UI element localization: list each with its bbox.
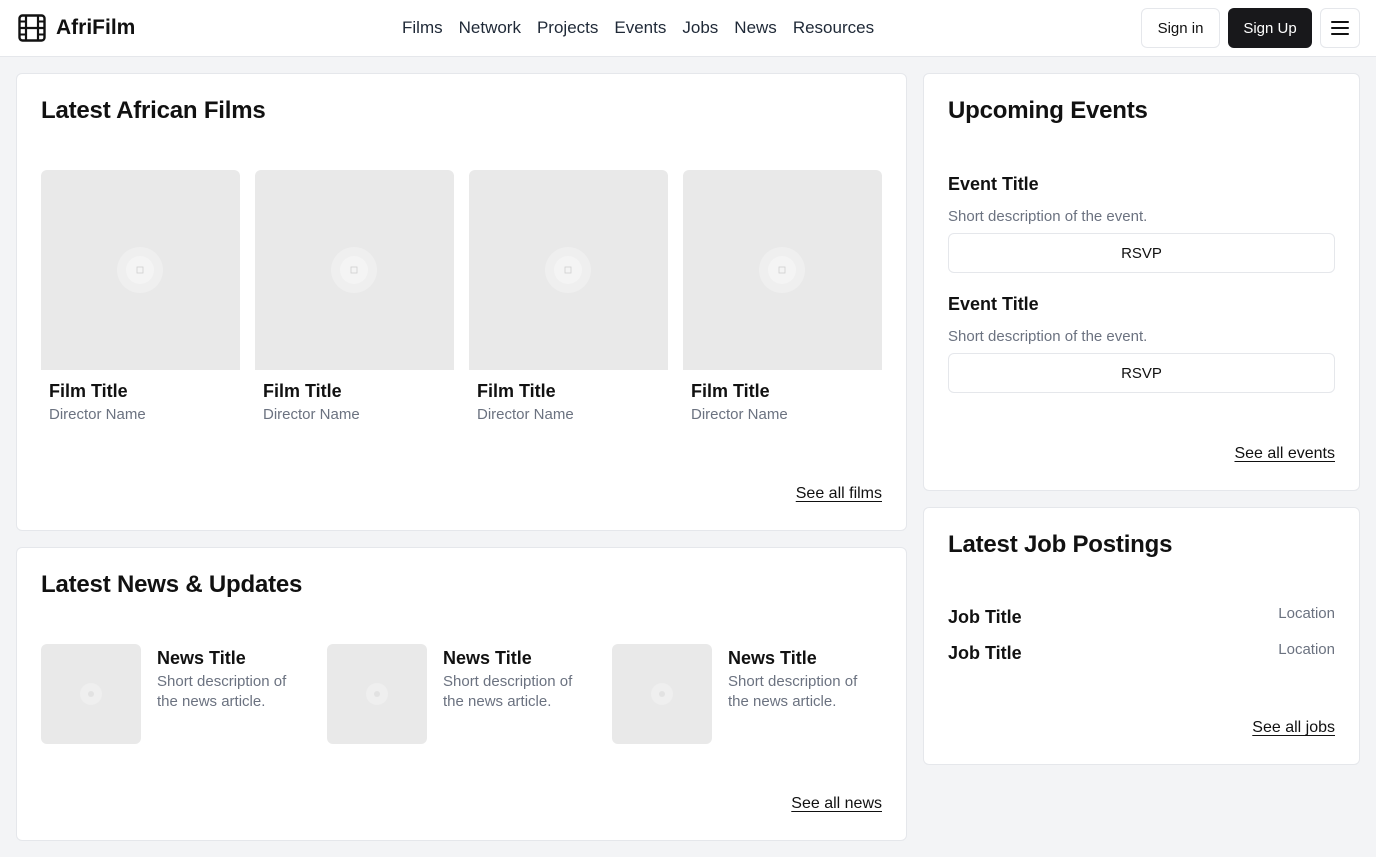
image-placeholder-icon (117, 247, 163, 293)
film-card[interactable]: Film Title Director Name (469, 170, 668, 423)
film-card[interactable]: Film Title Director Name (41, 170, 240, 423)
nav-events[interactable]: Events (614, 17, 666, 39)
event-description: Short description of the event. (948, 208, 1148, 225)
job-item[interactable]: Job Title Location (948, 605, 1335, 631)
film-thumbnail (41, 170, 240, 370)
film-director: Director Name (49, 406, 146, 423)
film-title: Film Title (49, 381, 128, 401)
rsvp-button[interactable]: RSVP (948, 353, 1335, 393)
event-description: Short description of the event. (948, 328, 1148, 345)
news-item[interactable]: News Title Short description of the news… (612, 644, 882, 744)
nav-news[interactable]: News (734, 17, 777, 39)
events-section: Upcoming Events Event Title Short descri… (923, 73, 1360, 491)
news-thumbnail (41, 644, 141, 744)
news-title: News Title (728, 648, 817, 668)
rsvp-button[interactable]: RSVP (948, 233, 1335, 273)
event-title: Event Title (948, 294, 1039, 314)
jobs-section-title: Latest Job Postings (948, 531, 1173, 558)
news-thumbnail (612, 644, 712, 744)
image-placeholder-icon (545, 247, 591, 293)
nav-projects[interactable]: Projects (537, 17, 598, 39)
films-section: Latest African Films Film Title Director… (16, 73, 907, 531)
news-item[interactable]: News Title Short description of the news… (41, 644, 311, 744)
news-thumbnail (327, 644, 427, 744)
film-icon (18, 14, 46, 42)
see-all-films-link[interactable]: See all films (796, 485, 882, 503)
news-title: News Title (443, 648, 532, 668)
nav-resources[interactable]: Resources (793, 17, 874, 39)
menu-button[interactable] (1320, 8, 1360, 48)
news-description: Short description of the news article. (443, 673, 573, 710)
job-location: Location (1278, 641, 1335, 658)
film-title: Film Title (691, 381, 770, 401)
film-director: Director Name (691, 406, 788, 423)
nav-jobs[interactable]: Jobs (682, 17, 718, 39)
event-title: Event Title (948, 174, 1039, 194)
film-title: Film Title (263, 381, 342, 401)
image-placeholder-icon (366, 683, 388, 705)
job-title: Job Title (948, 607, 1022, 627)
news-item[interactable]: News Title Short description of the news… (327, 644, 597, 744)
image-placeholder-icon (80, 683, 102, 705)
brand-logo[interactable]: AfriFilm (18, 14, 135, 42)
sign-up-button[interactable]: Sign Up (1228, 8, 1312, 48)
film-card[interactable]: Film Title Director Name (255, 170, 454, 423)
see-all-jobs-link[interactable]: See all jobs (1252, 719, 1335, 737)
nav-films[interactable]: Films (402, 17, 443, 39)
film-thumbnail (683, 170, 882, 370)
film-director: Director Name (263, 406, 360, 423)
news-section-title: Latest News & Updates (41, 571, 303, 598)
job-location: Location (1278, 605, 1335, 622)
news-description: Short description of the news article. (728, 673, 858, 710)
see-all-news-link[interactable]: See all news (791, 795, 882, 813)
image-placeholder-icon (331, 247, 377, 293)
film-thumbnail (469, 170, 668, 370)
sign-in-button[interactable]: Sign in (1141, 8, 1220, 48)
image-placeholder-icon (651, 683, 673, 705)
film-thumbnail (255, 170, 454, 370)
brand-name: AfriFilm (56, 16, 136, 39)
jobs-section: Latest Job Postings Job Title Location J… (923, 507, 1360, 765)
events-section-title: Upcoming Events (948, 97, 1148, 124)
top-header: AfriFilm Films Network Projects Events J… (0, 0, 1376, 57)
hamburger-menu-icon (1331, 21, 1349, 35)
see-all-events-link[interactable]: See all events (1234, 445, 1335, 463)
job-title: Job Title (948, 643, 1022, 663)
film-card[interactable]: Film Title Director Name (683, 170, 882, 423)
film-title: Film Title (477, 381, 556, 401)
films-section-title: Latest African Films (41, 97, 266, 124)
news-title: News Title (157, 648, 246, 668)
event-item: Event Title Short description of the eve… (948, 294, 1335, 393)
nav-network[interactable]: Network (459, 17, 521, 39)
news-description: Short description of the news article. (157, 673, 287, 710)
image-placeholder-icon (759, 247, 805, 293)
main-nav: Films Network Projects Events Jobs News … (402, 17, 874, 39)
event-item: Event Title Short description of the eve… (948, 174, 1335, 273)
news-section: Latest News & Updates News Title Short d… (16, 547, 907, 841)
film-director: Director Name (477, 406, 574, 423)
job-item[interactable]: Job Title Location (948, 641, 1335, 667)
